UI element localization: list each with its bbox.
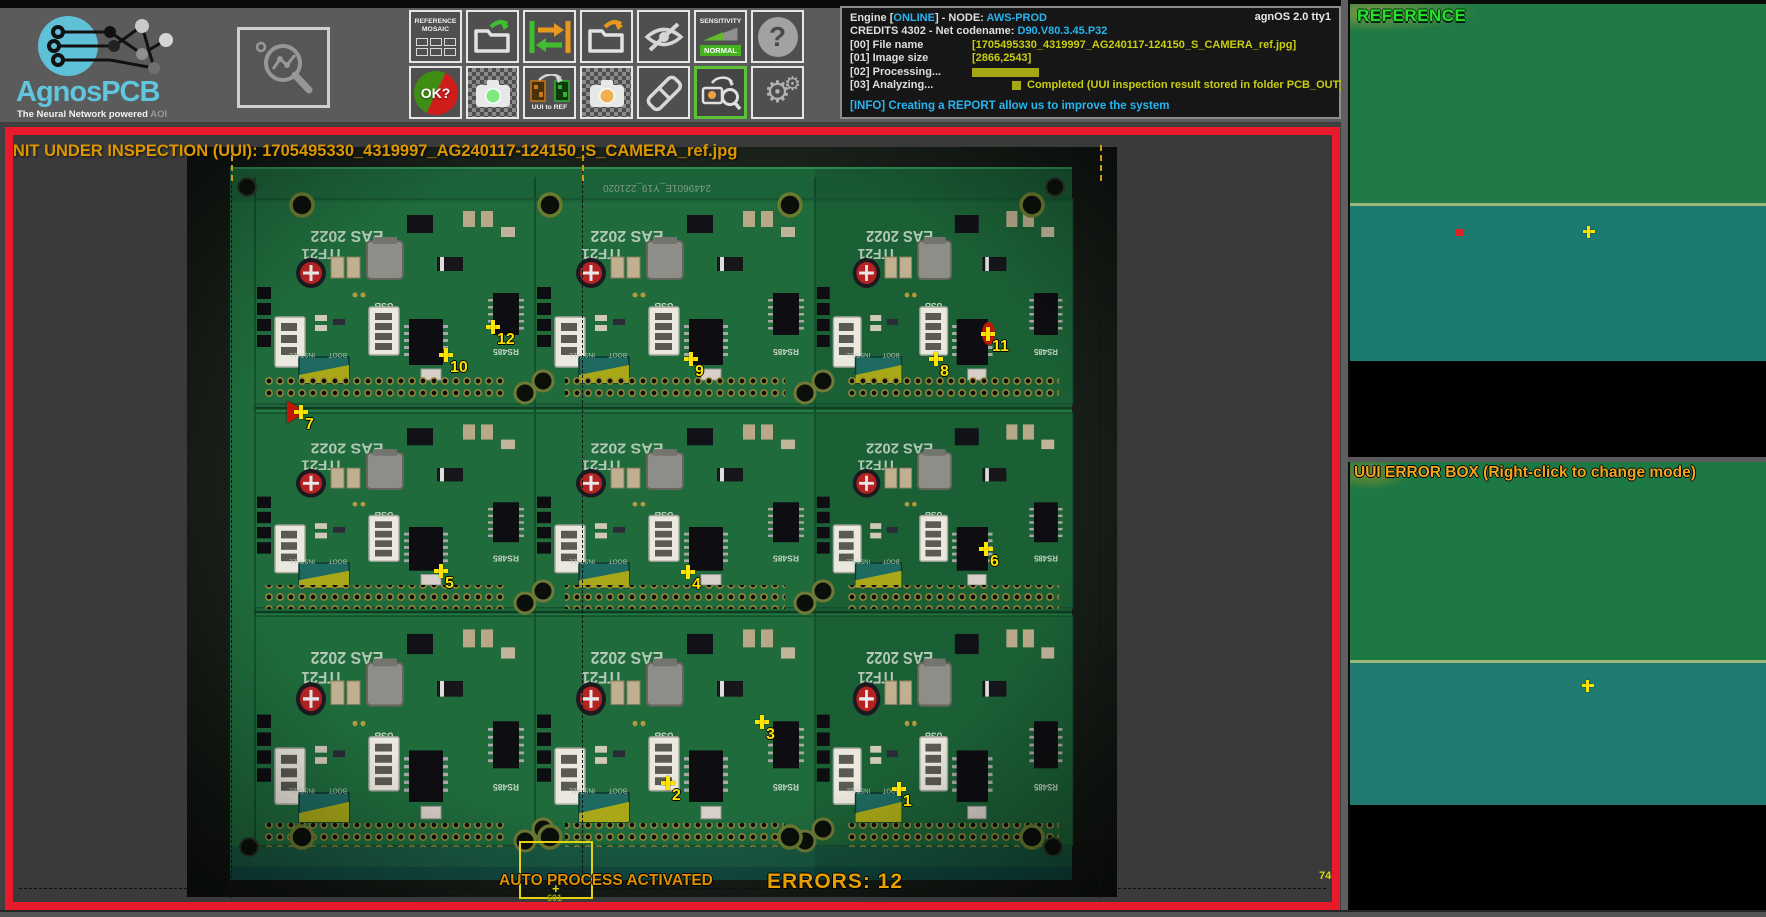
capture-reference-button[interactable] [466,66,519,119]
app-window: AgnosPCB The Neural Network powered AOI … [0,0,1766,917]
auto-process-label: AUTO PROCESS ACTIVATED [499,872,713,890]
swap-arrows-icon [527,18,573,56]
folder-orange-arrow-icon [585,17,629,57]
brand-name: AgnosPCB [16,76,159,109]
capture-uui-button[interactable] [580,66,633,119]
main-inspection-viewport[interactable]: EAS 2022 ITF21 [13,135,1332,902]
status-panel: agnOS 2.0 tty1 Engine [ONLINE] - NODE: A… [840,6,1341,119]
camera-magnifier-icon [699,74,743,112]
camera-orange-icon [587,76,627,110]
sensitivity-mode-badge: NORMAL [700,45,741,56]
process-box: + 601 [519,841,593,899]
sensitivity-gauge-icon [704,28,738,41]
reference-marker-dot [1456,229,1463,236]
corner-number: 745 [1319,870,1332,882]
settings-button[interactable]: ⚙⚙ [751,66,804,119]
sensitivity-button[interactable]: SENSITIVITY NORMAL [694,10,747,63]
info-line: [INFO] Creating a REPORT allow us to imp… [850,100,1331,113]
ok-button[interactable]: OK? [409,66,462,119]
gears-icon: ⚙⚙ [764,78,791,108]
swap-uui-ref-button[interactable] [523,10,576,63]
main-area-margin: EAS 2022 ITF21 [0,122,1341,917]
open-reference-button[interactable] [466,10,519,63]
brand-tagline: The Neural Network powered AOI [17,109,167,120]
inspect-zoom-button[interactable] [694,66,747,119]
help-button[interactable]: ? [751,10,804,63]
error-box-panel[interactable]: UUI ERROR BOX (Right-click to change mod… [1350,462,1766,910]
folder-green-arrow-icon [471,17,515,57]
eraser-button[interactable] [637,66,690,119]
os-version-label: agnOS 2.0 tty1 [1255,11,1331,24]
uui-title: UNIT UNDER INSPECTION (UUI): 1705495330_… [13,142,737,161]
ok-icon: OK? [414,71,458,115]
uui-to-ref-icon [527,74,573,104]
camera-green-icon [473,76,513,110]
eye-slash-icon [642,19,686,55]
mosaic-grid-icon [416,38,456,56]
hide-overlays-button[interactable] [637,10,690,63]
reference-mosaic-button[interactable]: REFERENCEMOSAIC [409,10,462,63]
question-icon: ? [758,17,798,57]
reference-panel[interactable]: REFERENCE [1350,4,1766,457]
right-panels: REFERENCE UUI ERROR BOX (Right-click to … [1341,0,1766,917]
uui-to-ref-button[interactable]: UUI to REF [523,66,576,119]
bottom-strip [0,910,1766,917]
file-name-row: [00] File name[1705495330_4319997_AG2401… [850,39,1331,52]
brand-network-icon [14,10,214,80]
error-box-title: UUI ERROR BOX (Right-click to change mod… [1354,464,1696,482]
analyzing-row: [03] Analyzing...Completed (UUI inspecti… [850,79,1331,92]
process-box-number: 601 [547,893,562,902]
reference-title: REFERENCE [1357,6,1466,26]
processing-bar [972,68,1039,77]
analyzing-swatch [1012,81,1021,90]
logo-magnifier-box [237,27,330,108]
open-uui-button[interactable] [580,10,633,63]
markers-layer: 123456789101112 [13,135,1332,902]
main-inspection-area[interactable]: EAS 2022 ITF21 [5,127,1340,910]
processing-row: [02] Processing... [850,66,1331,79]
brand-logo: AgnosPCB The Neural Network powered AOI [14,10,214,122]
credits-line: CREDITS 4302 - Net codename: D90.V80.3.4… [850,25,1331,38]
eraser-icon [642,72,686,114]
magnifier-trend-icon [247,33,321,103]
image-size-row: [01] Image size[2866,2543] [850,52,1331,65]
errors-count-label: ERRORS: 12 [767,870,903,894]
